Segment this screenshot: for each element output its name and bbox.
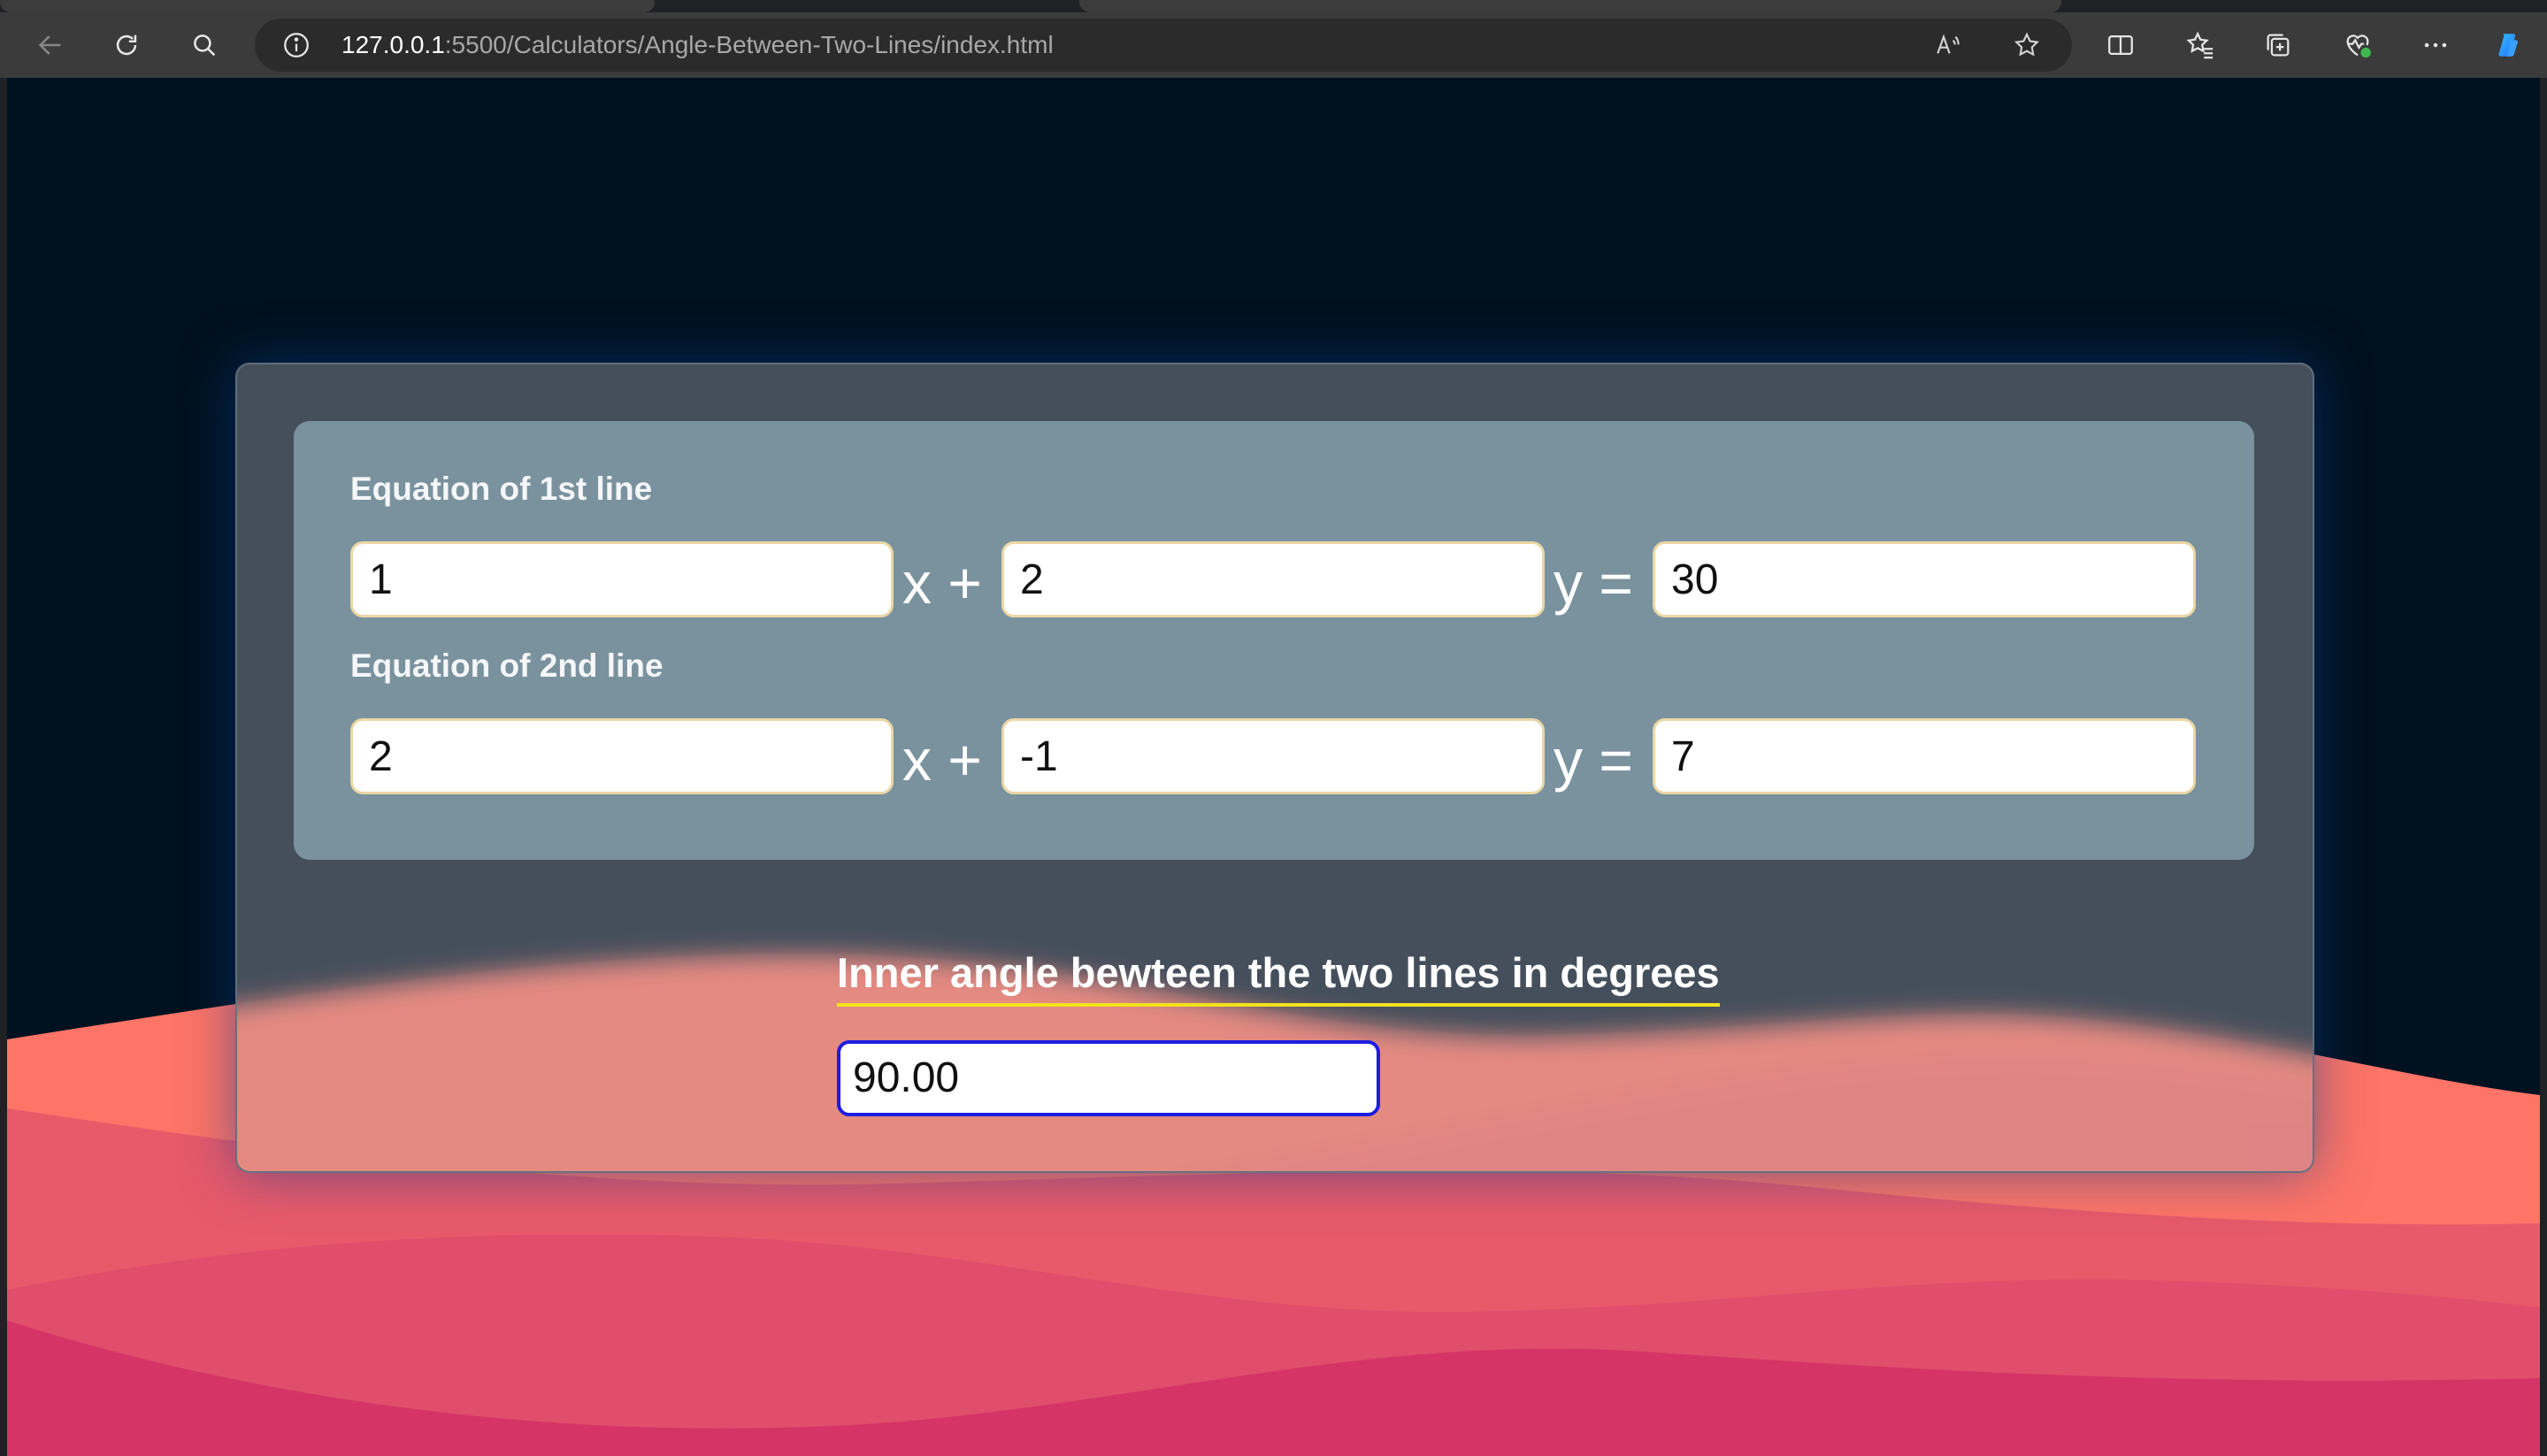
split-screen-icon[interactable] — [2100, 25, 2141, 65]
tab-other[interactable] — [1079, 0, 2061, 12]
favorite-star-icon[interactable] — [2006, 25, 2047, 65]
search-icon[interactable] — [184, 25, 225, 65]
line2-constant-input[interactable] — [1653, 718, 2196, 794]
line1-constant-input[interactable] — [1653, 541, 2196, 617]
line2-label: Equation of 2nd line — [350, 648, 664, 684]
result-output-field[interactable]: 90.00 — [837, 1040, 1380, 1116]
line2-x-plus-operator: x + — [902, 727, 982, 793]
line2-y-equals-operator: y = — [1554, 727, 1633, 793]
line1-y-coefficient-input[interactable] — [1001, 541, 1545, 617]
equations-panel: Equation of 1st line x + y = Equation of… — [294, 421, 2254, 860]
tab-active[interactable] — [0, 0, 655, 12]
read-aloud-icon[interactable] — [1927, 25, 1968, 65]
browser-toolbar: 127.0.0.1:5500/Calculators/Angle-Between… — [0, 12, 2547, 78]
result-title: Inner angle bewteen the two lines in deg… — [837, 948, 1720, 1007]
more-options-icon[interactable] — [2415, 25, 2456, 65]
line1-y-equals-operator: y = — [1554, 550, 1633, 616]
back-arrow-icon[interactable] — [30, 25, 71, 65]
url-path: :5500/Calculators/Angle-Between-Two-Line… — [444, 31, 1054, 58]
favorites-icon[interactable] — [2180, 25, 2221, 65]
page-viewport: Equation of 1st line x + y = Equation of… — [7, 78, 2540, 1456]
tab-strip — [0, 0, 2547, 12]
line1-label: Equation of 1st line — [350, 471, 653, 507]
url-host: 127.0.0.1 — [341, 31, 445, 58]
browser-essentials-icon[interactable] — [2337, 25, 2378, 65]
info-icon[interactable] — [281, 30, 311, 60]
line1-x-coefficient-input[interactable] — [350, 541, 894, 617]
line2-x-coefficient-input[interactable] — [350, 718, 894, 794]
url-text[interactable]: 127.0.0.1:5500/Calculators/Angle-Between… — [341, 30, 1054, 60]
line2-y-coefficient-input[interactable] — [1001, 718, 1545, 794]
calculator-card: Equation of 1st line x + y = Equation of… — [235, 363, 2314, 1173]
copilot-icon[interactable] — [2488, 25, 2528, 65]
collections-icon[interactable] — [2258, 25, 2298, 65]
address-bar[interactable]: 127.0.0.1:5500/Calculators/Angle-Between… — [255, 19, 2072, 72]
refresh-icon[interactable] — [106, 25, 147, 65]
line1-x-plus-operator: x + — [902, 550, 982, 616]
